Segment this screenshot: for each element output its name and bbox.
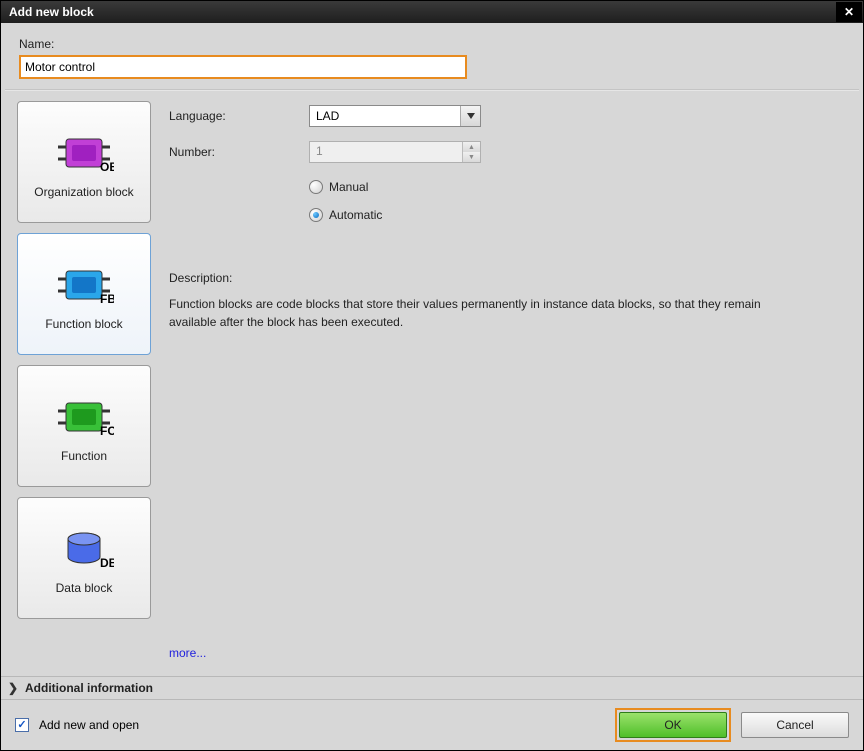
language-label: Language:: [169, 109, 309, 123]
additional-info-expander[interactable]: ❯ Additional information: [1, 676, 863, 700]
radio-icon: [309, 208, 323, 222]
dialog-body: Name: OB: [1, 23, 863, 750]
dialog-title: Add new block: [9, 5, 94, 19]
number-row: Number: 1 ▲ ▼: [169, 139, 847, 165]
number-spinner: 1 ▲ ▼: [309, 141, 481, 163]
ob-icon: OB: [54, 131, 114, 177]
svg-text:DB: DB: [100, 556, 114, 570]
spin-down-button[interactable]: ▼: [463, 152, 480, 162]
block-caption: Data block: [56, 581, 113, 595]
block-type-list: OB Organization block: [17, 101, 151, 666]
cancel-button[interactable]: Cancel: [741, 712, 849, 738]
number-value: 1: [316, 144, 323, 158]
radio-icon: [309, 180, 323, 194]
footer: Add new and open OK Cancel: [1, 700, 863, 750]
ok-button-highlight: OK: [615, 708, 731, 742]
db-icon: DB: [54, 527, 114, 573]
details-pane: Language: Number: 1 ▲ ▼: [169, 101, 847, 666]
description-label: Description:: [169, 271, 847, 285]
spin-buttons: ▲ ▼: [462, 142, 480, 162]
chevron-right-icon: ❯: [7, 681, 19, 695]
number-label: Number:: [169, 145, 309, 159]
svg-text:FC: FC: [100, 424, 114, 438]
radio-label: Automatic: [329, 208, 382, 222]
add-open-label: Add new and open: [39, 718, 139, 732]
block-type-function[interactable]: FC Function: [17, 365, 151, 487]
fc-icon: FC: [54, 395, 114, 441]
block-type-function-block[interactable]: FB Function block: [17, 233, 151, 355]
expander-label: Additional information: [25, 681, 153, 695]
description-text: Function blocks are code blocks that sto…: [169, 295, 809, 331]
block-type-data-block[interactable]: DB Data block: [17, 497, 151, 619]
language-row: Language:: [169, 103, 847, 129]
titlebar: Add new block ✕: [1, 1, 863, 23]
language-combo-input[interactable]: [309, 105, 481, 127]
radio-label: Manual: [329, 180, 368, 194]
combo-arrow-icon[interactable]: [460, 106, 480, 126]
radio-automatic[interactable]: Automatic: [309, 203, 847, 227]
close-icon: ✕: [844, 5, 854, 19]
ok-button[interactable]: OK: [619, 712, 727, 738]
block-caption: Organization block: [34, 185, 133, 199]
number-mode-radiogroup: Manual Automatic: [309, 175, 847, 231]
svg-text:OB: OB: [100, 160, 114, 174]
name-input[interactable]: [21, 57, 465, 77]
main-row: OB Organization block: [1, 91, 863, 676]
svg-text:FB: FB: [100, 292, 114, 306]
radio-manual[interactable]: Manual: [309, 175, 847, 199]
close-button[interactable]: ✕: [836, 2, 862, 22]
add-open-checkbox[interactable]: [15, 718, 29, 732]
add-new-block-dialog: Add new block ✕ Name:: [0, 0, 864, 751]
name-input-highlight: [19, 55, 467, 79]
language-combo[interactable]: [309, 105, 481, 127]
name-label: Name:: [19, 37, 845, 51]
more-link[interactable]: more...: [169, 646, 847, 660]
spin-up-button[interactable]: ▲: [463, 142, 480, 152]
block-type-organization-block[interactable]: OB Organization block: [17, 101, 151, 223]
block-caption: Function block: [45, 317, 122, 331]
fb-icon: FB: [54, 263, 114, 309]
name-section: Name:: [1, 23, 863, 89]
description-section: Description: Function blocks are code bl…: [169, 271, 847, 331]
block-caption: Function: [61, 449, 107, 463]
